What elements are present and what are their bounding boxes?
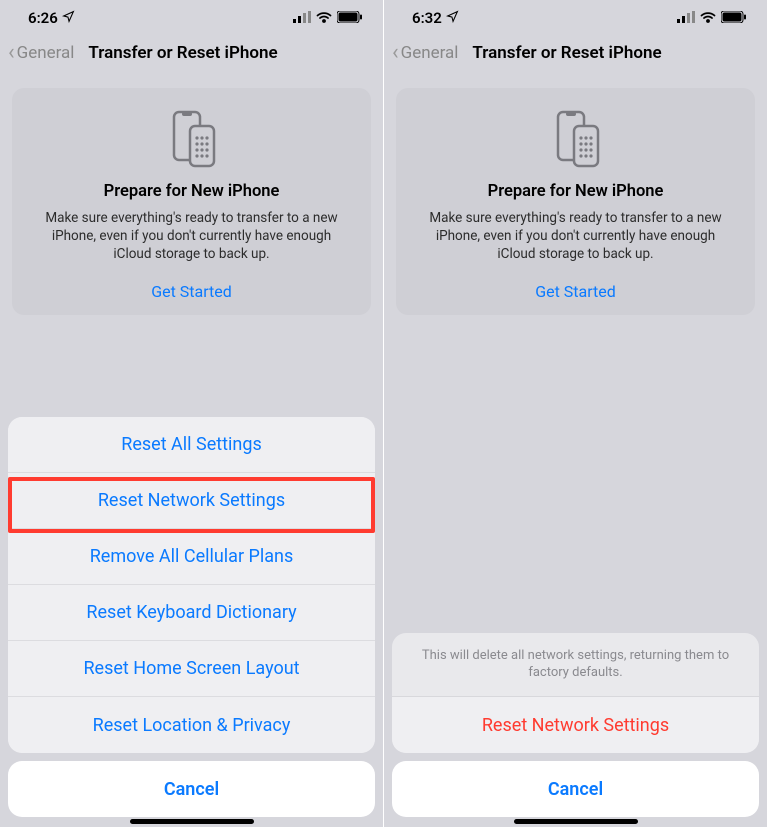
card-title: Prepare for New iPhone [26, 182, 357, 201]
home-indicator[interactable] [514, 819, 638, 824]
back-button[interactable]: ‹ General [392, 42, 458, 64]
devices-icon [26, 106, 357, 170]
status-right [677, 9, 747, 27]
chevron-left-icon: ‹ [392, 42, 399, 64]
reset-action-sheet: Reset All Settings Reset Network Setting… [8, 417, 375, 817]
cancel-button[interactable]: Cancel [8, 761, 375, 817]
prepare-card: Prepare for New iPhone Make sure everyth… [12, 88, 371, 315]
status-time: 6:32 [412, 9, 442, 27]
battery-icon [337, 9, 363, 27]
nav-bar: ‹ General Transfer or Reset iPhone [0, 36, 383, 74]
devices-icon [410, 106, 741, 170]
location-icon [446, 9, 459, 27]
confirm-message: This will delete all network settings, r… [392, 633, 759, 697]
confirm-group: This will delete all network settings, r… [392, 633, 759, 753]
chevron-left-icon: ‹ [8, 42, 15, 64]
reset-home-screen-layout[interactable]: Reset Home Screen Layout [8, 641, 375, 697]
reset-all-settings[interactable]: Reset All Settings [8, 417, 375, 473]
cellular-icon [677, 9, 695, 27]
nav-bar: ‹ General Transfer or Reset iPhone [384, 36, 767, 74]
prepare-card: Prepare for New iPhone Make sure everyth… [396, 88, 755, 315]
location-icon [62, 9, 75, 27]
card-description: Make sure everything's ready to transfer… [410, 209, 741, 264]
back-label: General [17, 43, 75, 63]
page-title: Transfer or Reset iPhone [472, 43, 661, 63]
right-screenshot: 6:32 ‹ General Transfer or Reset iPhone [384, 0, 768, 827]
status-bar: 6:26 [0, 0, 383, 36]
reset-network-settings[interactable]: Reset Network Settings [8, 473, 375, 529]
cancel-button[interactable]: Cancel [392, 761, 759, 817]
left-screenshot: 6:26 ‹ General Transfer or Reset iPhone [0, 0, 384, 827]
reset-options-group: Reset All Settings Reset Network Setting… [8, 417, 375, 753]
confirm-action-sheet: This will delete all network settings, r… [392, 633, 759, 817]
battery-icon [721, 9, 747, 27]
wifi-icon [316, 9, 332, 27]
status-time: 6:26 [28, 9, 58, 27]
status-bar: 6:32 [384, 0, 767, 36]
back-button[interactable]: ‹ General [8, 42, 74, 64]
reset-keyboard-dictionary[interactable]: Reset Keyboard Dictionary [8, 585, 375, 641]
reset-location-privacy[interactable]: Reset Location & Privacy [8, 697, 375, 753]
back-label: General [401, 43, 459, 63]
cellular-icon [293, 9, 311, 27]
page-title: Transfer or Reset iPhone [88, 43, 277, 63]
get-started-link[interactable]: Get Started [410, 282, 741, 301]
wifi-icon [700, 9, 716, 27]
get-started-link[interactable]: Get Started [26, 282, 357, 301]
card-title: Prepare for New iPhone [410, 182, 741, 201]
remove-cellular-plans[interactable]: Remove All Cellular Plans [8, 529, 375, 585]
card-description: Make sure everything's ready to transfer… [26, 209, 357, 264]
confirm-reset-network-button[interactable]: Reset Network Settings [392, 697, 759, 753]
status-right [293, 9, 363, 27]
home-indicator[interactable] [130, 819, 254, 824]
